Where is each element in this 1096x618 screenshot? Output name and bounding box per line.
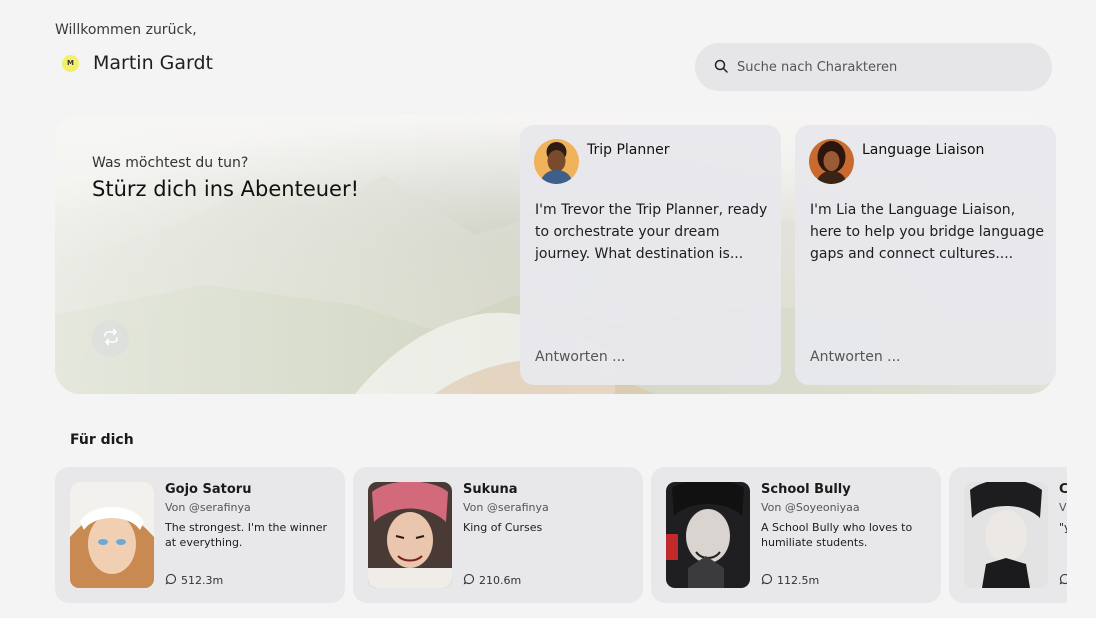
character-author[interactable]: Von @serafinya bbox=[463, 501, 549, 514]
character-card[interactable]: Gojo Satoru Von @serafinya The strongest… bbox=[55, 467, 345, 603]
chat-count bbox=[1059, 573, 1067, 588]
character-name: Gojo Satoru bbox=[165, 482, 252, 497]
character-avatar bbox=[809, 139, 854, 184]
refresh-button[interactable] bbox=[92, 320, 129, 357]
character-author[interactable]: Von @serafinya bbox=[165, 501, 251, 514]
for-you-carousel[interactable]: Gojo Satoru Von @serafinya The strongest… bbox=[55, 467, 1067, 603]
search-bar[interactable] bbox=[695, 43, 1052, 91]
welcome-text: Willkommen zurück, bbox=[55, 22, 197, 38]
character-name: Language Liaison bbox=[862, 142, 985, 158]
character-author[interactable]: Von @Soyeoniyaa bbox=[761, 501, 860, 514]
character-card[interactable]: Sukuna Von @serafinya King of Curses 210… bbox=[353, 467, 643, 603]
chat-count-value: 210.6m bbox=[479, 574, 522, 587]
section-title: Für dich bbox=[70, 432, 134, 448]
refresh-icon bbox=[102, 328, 120, 350]
chat-bubble-icon bbox=[165, 573, 177, 588]
featured-character-card[interactable]: Language Liaison I'm Lia the Language Li… bbox=[795, 125, 1056, 385]
chat-bubble-icon bbox=[1059, 573, 1067, 588]
search-input[interactable] bbox=[737, 59, 1027, 75]
character-thumbnail bbox=[368, 482, 452, 588]
chat-count: 512.3m bbox=[165, 573, 223, 588]
character-name: Trip Planner bbox=[587, 142, 670, 158]
character-author[interactable]: V bbox=[1059, 501, 1067, 514]
reply-prompt[interactable]: Antworten ... bbox=[535, 349, 626, 365]
character-name: Sukuna bbox=[463, 482, 518, 497]
featured-character-card[interactable]: Trip Planner I'm Trevor the Trip Planner… bbox=[520, 125, 781, 385]
character-thumbnail bbox=[964, 482, 1048, 588]
user-name: Martin Gardt bbox=[93, 52, 214, 74]
character-card[interactable]: School Bully Von @Soyeoniyaa A School Bu… bbox=[651, 467, 941, 603]
character-description: A School Bully who loves to humiliate st… bbox=[761, 521, 913, 549]
character-card[interactable]: C V "y w ar bbox=[949, 467, 1067, 603]
character-description: The strongest. I'm the winner at everyth… bbox=[165, 521, 328, 549]
user-row: M Martin Gardt bbox=[62, 52, 213, 74]
character-name: School Bully bbox=[761, 482, 851, 497]
hero-label: Was möchtest du tun? bbox=[92, 155, 249, 171]
character-description: I'm Trevor the Trip Planner, ready to or… bbox=[535, 202, 768, 262]
avatar[interactable]: M bbox=[62, 54, 79, 72]
character-description: "y w ar bbox=[1059, 521, 1067, 534]
reply-prompt[interactable]: Antworten ... bbox=[810, 349, 901, 365]
search-icon bbox=[714, 58, 728, 77]
chat-count: 210.6m bbox=[463, 573, 521, 588]
chat-bubble-icon bbox=[761, 573, 773, 588]
character-name: C bbox=[1059, 482, 1067, 497]
chat-bubble-icon bbox=[463, 573, 475, 588]
chat-count-value: 512.3m bbox=[181, 574, 224, 587]
chat-count-value: 112.5m bbox=[777, 574, 820, 587]
character-avatar bbox=[534, 139, 579, 184]
character-description: King of Curses bbox=[463, 521, 543, 534]
character-thumbnail bbox=[666, 482, 750, 588]
chat-count: 112.5m bbox=[761, 573, 819, 588]
character-description: I'm Lia the Language Liaison, here to he… bbox=[810, 202, 1044, 262]
character-thumbnail bbox=[70, 482, 154, 588]
hero-title: Stürz dich ins Abenteuer! bbox=[92, 177, 360, 201]
